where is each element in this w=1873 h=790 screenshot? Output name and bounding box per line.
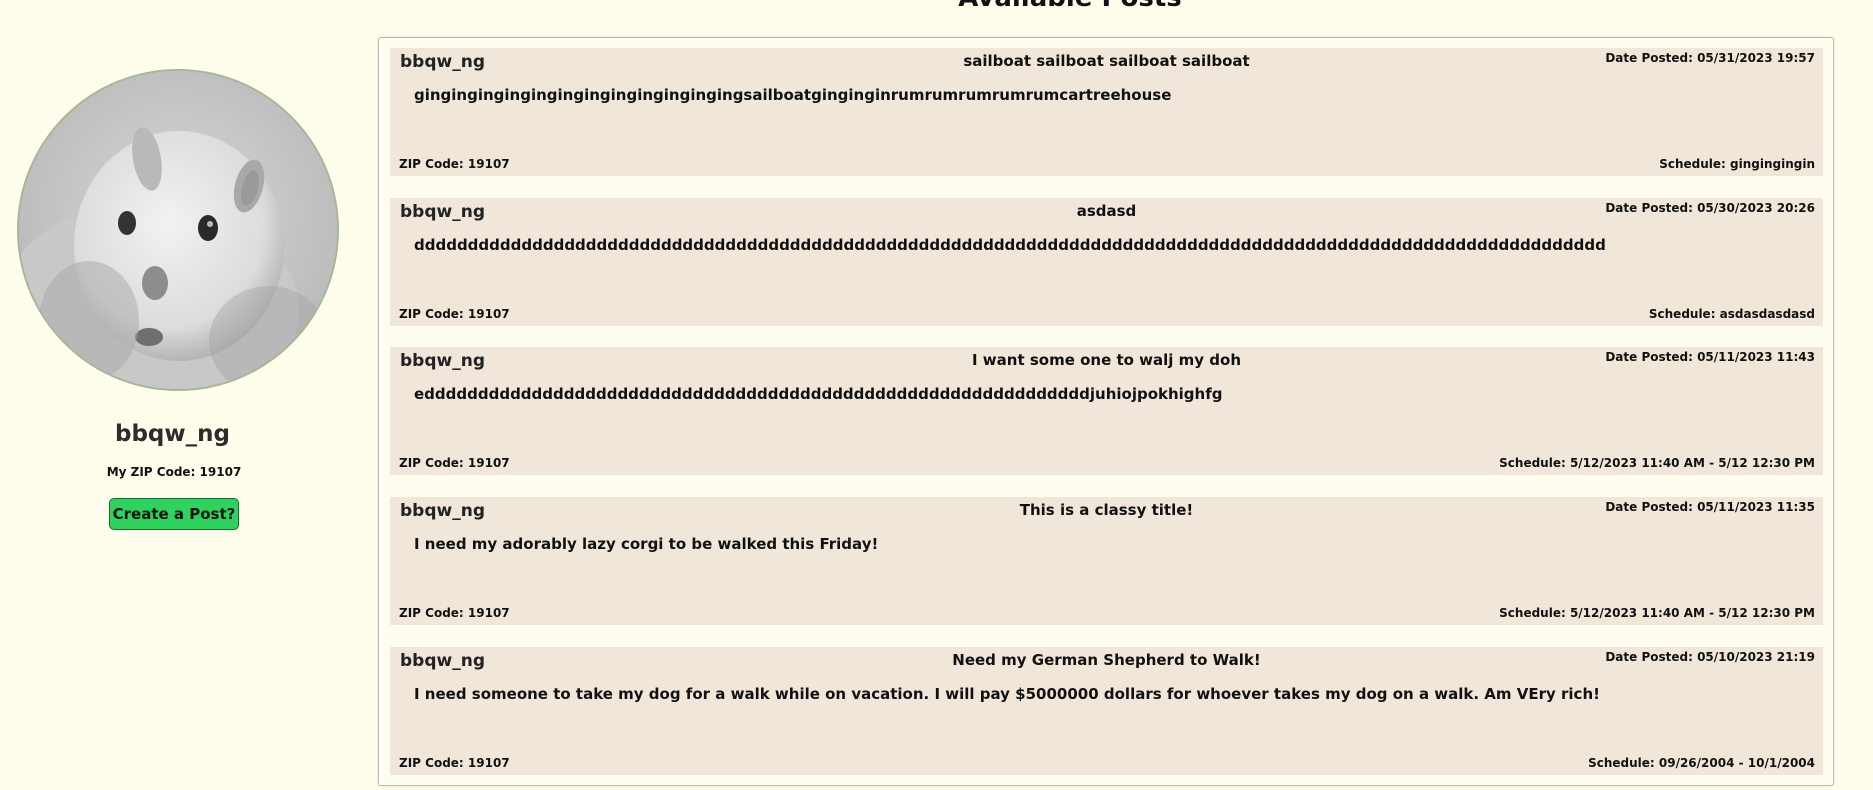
post-body: I need my adorably lazy corgi to be walk… [414,535,879,553]
page-title: Available Posts [380,0,1760,13]
post-title: Need my German Shepherd to Walk! [952,651,1261,669]
create-post-button[interactable]: Create a Post? [109,498,239,530]
post-title: asdasd [1076,202,1137,220]
post-zip-code: ZIP Code: 19107 [399,606,510,620]
page: bbqw_ng My ZIP Code: 19107 Create a Post… [0,0,1873,790]
post-zip-code: ZIP Code: 19107 [399,756,510,770]
post-username: bbqw_ng [400,501,485,521]
post-date: Date Posted: 05/11/2023 11:43 [1605,350,1815,364]
post-body: I need someone to take my dog for a walk… [414,685,1600,703]
hamster-avatar-image [19,71,337,389]
post-zip-code: ZIP Code: 19107 [399,456,510,470]
post-date: Date Posted: 05/30/2023 20:26 [1605,201,1815,215]
post-schedule: Schedule: 09/26/2004 - 10/1/2004 [1588,756,1815,770]
post-card[interactable]: bbqw_ng sailboat sailboat sailboat sailb… [390,48,1823,176]
profile-sidebar: bbqw_ng My ZIP Code: 19107 Create a Post… [0,0,345,790]
post-username: bbqw_ng [400,52,485,72]
posts-list: bbqw_ng sailboat sailboat sailboat sailb… [378,37,1834,786]
post-date: Date Posted: 05/10/2023 21:19 [1605,650,1815,664]
post-schedule: Schedule: 5/12/2023 11:40 AM - 5/12 12:3… [1499,606,1815,620]
post-schedule: Schedule: gingingingin [1659,157,1815,171]
post-schedule: Schedule: 5/12/2023 11:40 AM - 5/12 12:3… [1499,456,1815,470]
post-schedule: Schedule: asdasdasdasd [1648,307,1815,321]
avatar [17,69,339,391]
post-username: bbqw_ng [400,202,485,222]
post-title: I want some one to walj my doh [971,351,1242,369]
post-username: bbqw_ng [400,651,485,671]
post-username: bbqw_ng [400,351,485,371]
post-title: This is a classy title! [1019,501,1194,519]
post-card[interactable]: bbqw_ng This is a classy title! Date Pos… [390,497,1823,625]
post-zip-code: ZIP Code: 19107 [399,157,510,171]
post-zip-code: ZIP Code: 19107 [399,307,510,321]
post-date: Date Posted: 05/11/2023 11:35 [1605,500,1815,514]
post-title: sailboat sailboat sailboat sailboat [963,52,1250,70]
post-card[interactable]: bbqw_ng I want some one to walj my doh D… [390,347,1823,475]
profile-username: bbqw_ng [115,421,230,447]
post-card[interactable]: bbqw_ng Need my German Shepherd to Walk!… [390,647,1823,775]
post-body: gingingingingingingingingingingingingsai… [414,86,1172,104]
post-body: dddddddddddddddddddddddddddddddddddddddd… [414,236,1606,254]
post-card[interactable]: bbqw_ng asdasd Date Posted: 05/30/2023 2… [390,198,1823,326]
post-date: Date Posted: 05/31/2023 19:57 [1605,51,1815,65]
post-body: eddddddddddddddddddddddddddddddddddddddd… [414,385,1223,403]
profile-zip-code: My ZIP Code: 19107 [106,465,242,479]
